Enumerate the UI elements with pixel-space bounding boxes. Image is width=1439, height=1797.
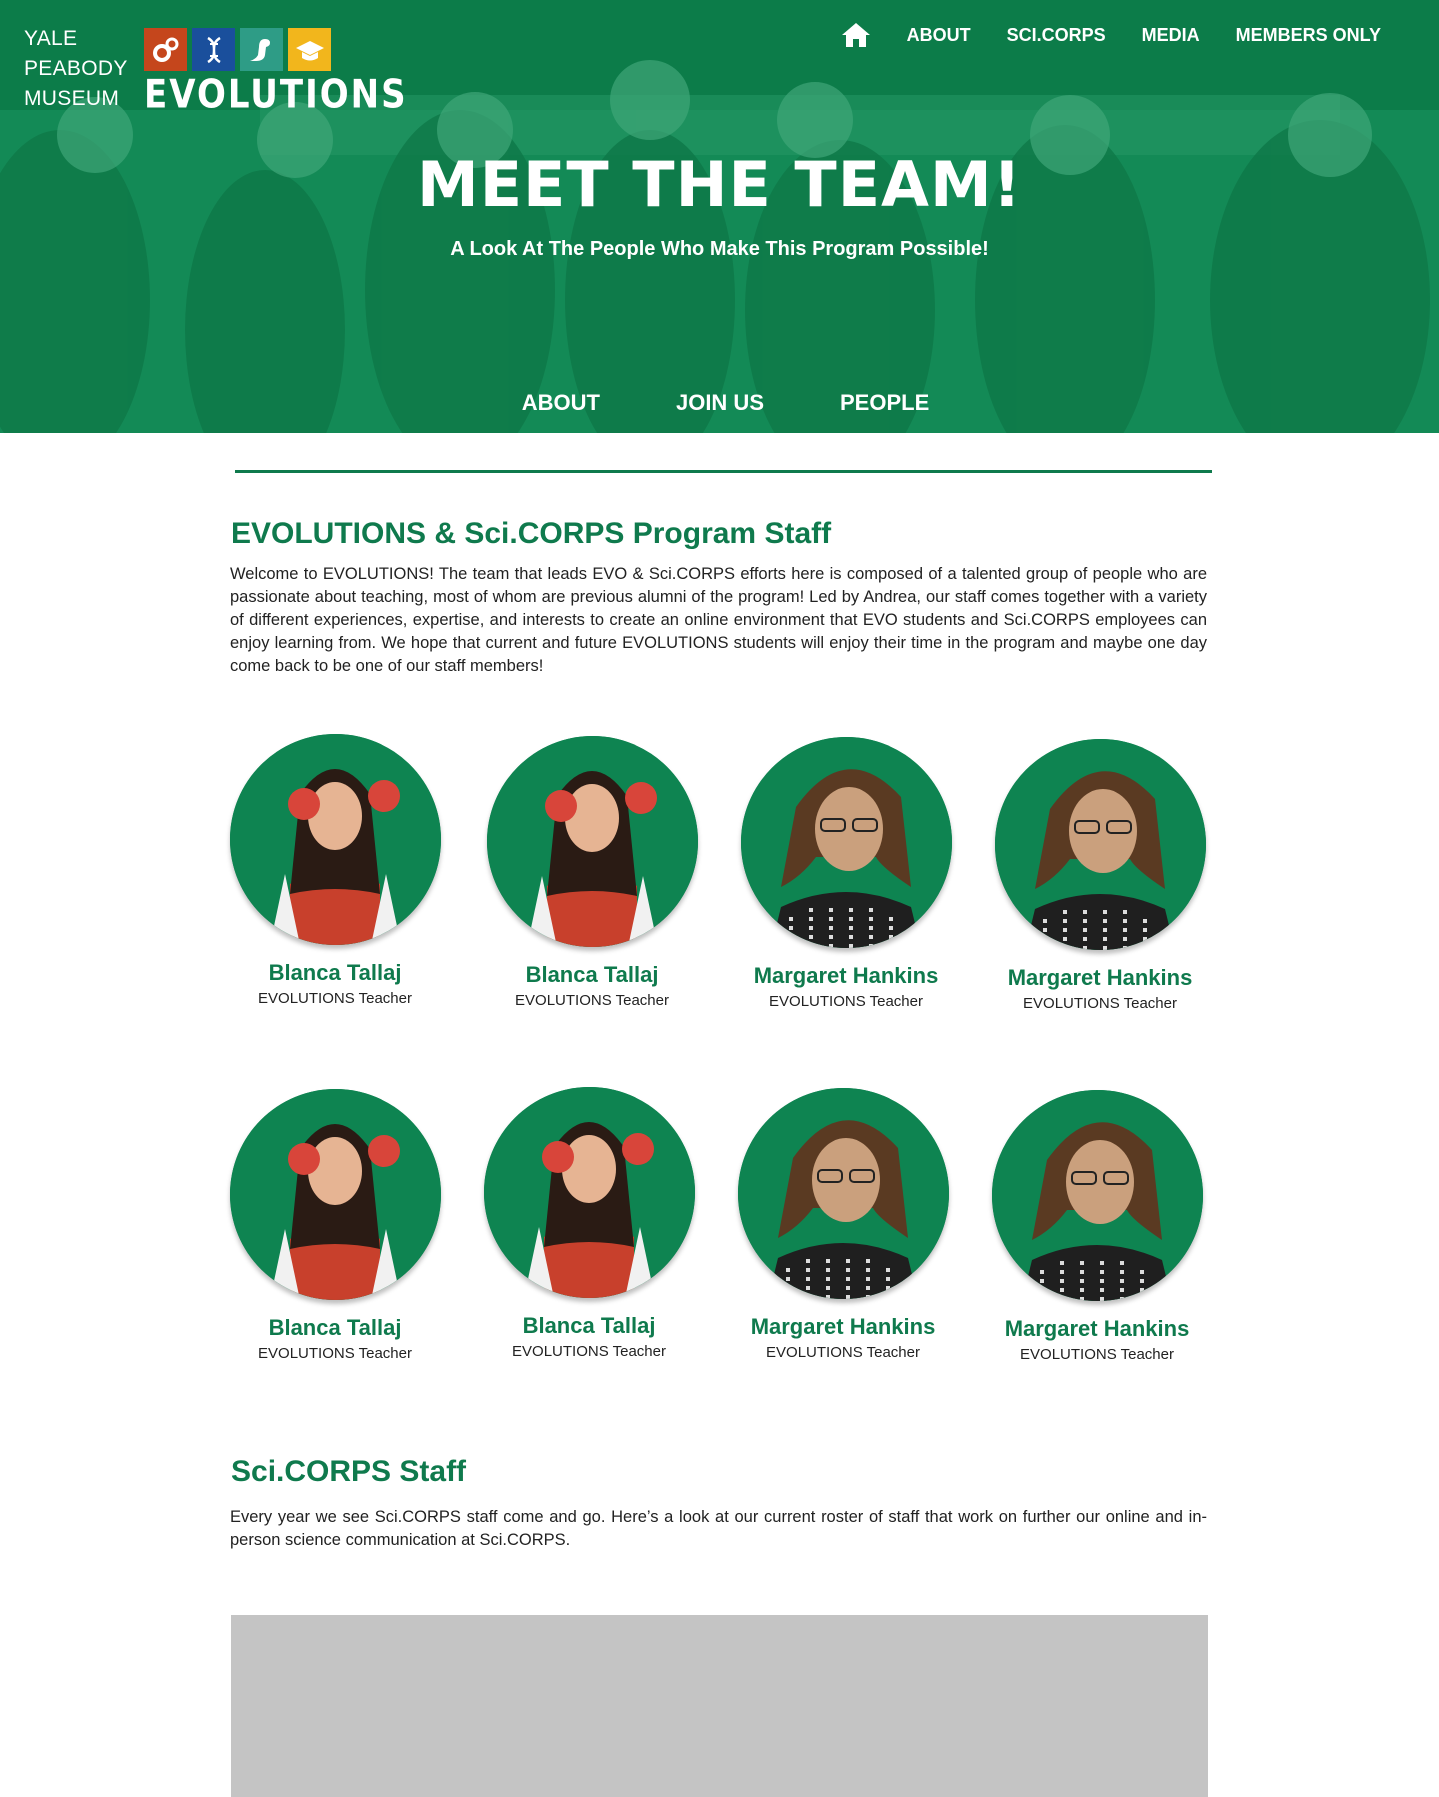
staff-card[interactable]: Margaret Hankins EVOLUTIONS Teacher xyxy=(985,739,1215,1012)
staff-card[interactable]: Margaret Hankins EVOLUTIONS Teacher xyxy=(982,1090,1212,1363)
staff-photo xyxy=(483,1087,695,1298)
subnav-people-link[interactable]: PEOPLE xyxy=(840,390,929,416)
staff-name: Blanca Tallaj xyxy=(268,1315,402,1340)
museum-brand[interactable]: YALE PEABODY MUSEUM xyxy=(24,24,128,114)
staff-card[interactable]: Blanca Tallaj EVOLUTIONS Teacher xyxy=(220,734,450,1007)
home-icon[interactable] xyxy=(841,22,871,48)
staff-role: EVOLUTIONS Teacher xyxy=(258,1345,412,1362)
staff-role: EVOLUTIONS Teacher xyxy=(512,1343,666,1360)
staff-photo xyxy=(229,1089,441,1300)
staff-card[interactable]: Margaret Hankins EVOLUTIONS Teacher xyxy=(731,737,961,1010)
staff-role: EVOLUTIONS Teacher xyxy=(766,1344,920,1361)
staff-name: Blanca Tallaj xyxy=(522,1313,656,1338)
page-subtitle: A Look At The People Who Make This Progr… xyxy=(450,238,989,260)
staff-card[interactable]: Margaret Hankins EVOLUTIONS Teacher xyxy=(728,1088,958,1361)
staff-card[interactable]: Blanca Tallaj EVOLUTIONS Teacher xyxy=(220,1089,450,1362)
staff-photo xyxy=(486,736,698,947)
dinosaur-icon xyxy=(240,28,283,71)
dna-icon xyxy=(192,28,235,71)
staff-name: Margaret Hankins xyxy=(1007,965,1193,990)
nav-about-link[interactable]: ABOUT xyxy=(907,25,971,46)
page-title: MEET THE TEAM! xyxy=(417,148,1022,221)
hero-banner: YALE PEABODY MUSEUM EVOLUTIONS ABOUT SCI… xyxy=(0,0,1439,433)
section-navigation: ABOUT JOIN US PEOPLE xyxy=(0,390,1439,416)
staff-role: EVOLUTIONS Teacher xyxy=(769,993,923,1010)
staff-media-placeholder xyxy=(231,1615,1208,1797)
staff-photo xyxy=(991,1090,1203,1301)
subnav-join-us-link[interactable]: JOIN US xyxy=(676,390,764,416)
scicorps-staff-description: Every year we see Sci.CORPS staff come a… xyxy=(230,1508,1207,1549)
nav-members-only-link[interactable]: MEMBERS ONLY xyxy=(1236,25,1381,46)
brand-line-1: YALE xyxy=(24,27,78,50)
staff-photo xyxy=(740,737,952,948)
program-staff-description: Welcome to EVOLUTIONS! The team that lea… xyxy=(230,565,1207,675)
section-divider xyxy=(235,470,1212,473)
top-navigation: ABOUT SCI.CORPS MEDIA MEMBERS ONLY xyxy=(841,22,1381,48)
brand-line-3: MUSEUM xyxy=(24,87,120,110)
staff-photo xyxy=(229,734,441,945)
staff-name: Margaret Hankins xyxy=(1004,1316,1190,1341)
scicorps-staff-heading: Sci.CORPS Staff xyxy=(231,1455,467,1488)
graduation-cap-icon xyxy=(288,28,331,71)
staff-role: EVOLUTIONS Teacher xyxy=(515,992,669,1009)
staff-role: EVOLUTIONS Teacher xyxy=(258,990,412,1007)
nav-scicorps-link[interactable]: SCI.CORPS xyxy=(1007,25,1106,46)
staff-name: Margaret Hankins xyxy=(750,1314,936,1339)
staff-name: Blanca Tallaj xyxy=(268,960,402,985)
logo-wordmark: EVOLUTIONS xyxy=(144,72,408,118)
staff-card[interactable]: Blanca Tallaj EVOLUTIONS Teacher xyxy=(474,1087,704,1360)
staff-card[interactable]: Blanca Tallaj EVOLUTIONS Teacher xyxy=(477,736,707,1009)
staff-name: Margaret Hankins xyxy=(753,963,939,988)
staff-role: EVOLUTIONS Teacher xyxy=(1020,1346,1174,1363)
evolutions-logo[interactable]: EVOLUTIONS xyxy=(144,28,406,118)
subnav-about-link[interactable]: ABOUT xyxy=(522,390,600,416)
staff-photo xyxy=(994,739,1206,950)
nav-media-link[interactable]: MEDIA xyxy=(1142,25,1200,46)
program-staff-heading: EVOLUTIONS & Sci.CORPS Program Staff xyxy=(231,517,832,550)
gears-icon xyxy=(144,28,187,71)
staff-name: Blanca Tallaj xyxy=(525,962,659,987)
brand-line-2: PEABODY xyxy=(24,57,128,80)
staff-photo xyxy=(737,1088,949,1299)
staff-role: EVOLUTIONS Teacher xyxy=(1023,995,1177,1012)
logo-tiles xyxy=(144,28,338,71)
